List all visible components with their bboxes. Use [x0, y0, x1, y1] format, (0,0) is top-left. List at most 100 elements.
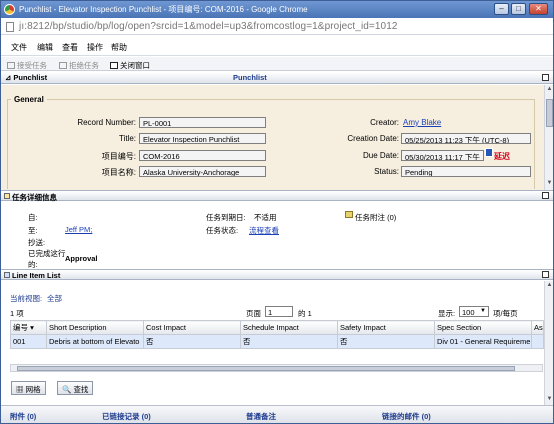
task-note-link[interactable]: 任务附注 (0): [355, 212, 396, 223]
column-header-safety-impact[interactable]: Safety Impact: [337, 320, 435, 335]
page-of-label: 的 1: [298, 309, 312, 318]
horizontal-scroll-thumb[interactable]: [17, 366, 515, 371]
task-status-label: 任务状态:: [206, 226, 239, 235]
accept-icon: [7, 62, 15, 69]
column-header-number-label: 编号: [13, 323, 28, 332]
page-icon: [6, 22, 14, 32]
task-details-title: 任务详细信息: [12, 193, 57, 202]
current-view-value[interactable]: 全部: [47, 293, 62, 304]
accept-task-label: 接受任务: [17, 61, 47, 70]
list-icon: [4, 272, 10, 278]
project-name-label: 项目名称:: [101, 168, 136, 177]
reject-task-label: 拒绝任务: [69, 61, 99, 70]
table-row[interactable]: 001 Debris at bottom of Elevato 否 否 否 Di…: [10, 334, 544, 349]
menu-edit[interactable]: 编辑: [37, 42, 53, 53]
address-bar[interactable]: jı:8212/bp/studio/bp/log/open?srcid=1&mo…: [1, 18, 553, 35]
table-horizontal-scrollbar[interactable]: [10, 364, 543, 372]
chrome-logo-icon: [4, 4, 15, 15]
maximize-task-panel-icon[interactable]: [542, 192, 549, 199]
per-page-select[interactable]: 100 ▼: [459, 306, 489, 317]
general-form-area: General Record Number: PL-0001 Title: El…: [1, 85, 553, 190]
current-view-label: 当前视图:: [10, 294, 43, 303]
line-item-list-title: Line Item List: [12, 271, 61, 280]
linked-mail-link[interactable]: 链接的邮件 (0): [382, 411, 431, 422]
table-cell: Div 01 - General Requireme: [434, 334, 532, 349]
task-details-icon: [4, 193, 10, 199]
attachments-link[interactable]: 附件 (0): [10, 411, 36, 422]
column-header-short-description[interactable]: Short Description: [46, 320, 144, 335]
status-label: Status:: [374, 167, 399, 176]
general-legend: General: [11, 95, 47, 104]
menu-view[interactable]: 查看: [62, 42, 78, 53]
table-cell: 001: [10, 334, 47, 349]
maximize-list-panel-icon[interactable]: [542, 271, 549, 278]
menu-help[interactable]: 帮助: [111, 42, 127, 53]
item-count: 1 项: [10, 309, 24, 318]
list-vertical-scrollbar[interactable]: ▲ ▼: [544, 281, 553, 405]
grid-button-label: 网格: [25, 385, 41, 394]
column-header-ass[interactable]: Ass: [531, 320, 544, 335]
maximize-panel-icon[interactable]: [542, 74, 549, 81]
form-vertical-scrollbar[interactable]: ▲ ▼: [544, 85, 553, 190]
table-header-row: 编号 ▾ Short Description Cost Impact Sched…: [10, 320, 544, 335]
title-bar: Punchlist - Elevator Inspection Punchlis…: [1, 1, 553, 18]
find-button[interactable]: 🔍 查找: [57, 381, 94, 395]
workflow-view-link[interactable]: 流程查看: [249, 225, 279, 236]
task-due-value: 不适用: [254, 213, 277, 222]
scroll-thumb[interactable]: [546, 99, 553, 127]
task-details-header: 任务详细信息: [1, 190, 553, 202]
grid-icon: ▦: [16, 385, 26, 394]
show-label: 显示:: [438, 309, 456, 318]
creator-link[interactable]: Amy Blake: [403, 118, 441, 127]
list-scroll-up-icon[interactable]: ▲: [546, 282, 553, 289]
calendar-icon[interactable]: [485, 148, 493, 157]
chevron-down-icon: ▼: [480, 308, 486, 314]
linked-records-link[interactable]: 已链接记录 (0): [102, 411, 151, 422]
toolbar: 接受任务 拒绝任务 关闭窗口: [1, 57, 553, 71]
to-user-link[interactable]: Jeff PM;: [65, 225, 92, 234]
accept-task-button[interactable]: 接受任务: [7, 60, 47, 71]
reject-task-button[interactable]: 拒绝任务: [59, 60, 99, 71]
url-text[interactable]: jı:8212/bp/studio/bp/log/open?srcid=1&mo…: [19, 21, 398, 32]
bottom-bar: 附件 (0) 已链接记录 (0) 普通备注 链接的邮件 (0): [1, 405, 553, 423]
note-icon: [345, 211, 353, 218]
completed-by-value: Approval: [65, 254, 98, 263]
task-due-label: 任务到期日:: [206, 213, 246, 222]
creation-date-field: 05/25/2013 11:23 下午 (UTC-8): [401, 133, 531, 144]
record-number-label: Record Number:: [77, 118, 136, 127]
close-window-button[interactable]: 关闭窗口: [110, 60, 150, 71]
tab-punchlist[interactable]: ⊿ Punchlist: [5, 73, 47, 82]
minimize-button[interactable]: –: [494, 3, 509, 15]
menu-file[interactable]: 文件: [11, 42, 27, 53]
sort-icon: ▾: [30, 323, 34, 332]
table-cell: [531, 334, 544, 349]
scroll-up-icon[interactable]: ▲: [546, 86, 553, 93]
menu-action[interactable]: 操作: [87, 42, 103, 53]
title-label: Title:: [118, 134, 136, 143]
column-header-number[interactable]: 编号 ▾: [10, 320, 47, 335]
browser-window: Punchlist - Elevator Inspection Punchlis…: [0, 0, 554, 424]
grid-button[interactable]: ▦ 网格: [11, 381, 46, 395]
line-item-list-body: 当前视图: 全部 1 项 页面 1 的 1 显示: 100 ▼ 项/每页 编号 ▾…: [1, 281, 553, 405]
reject-icon: [59, 62, 67, 69]
close-window-icon: [110, 62, 118, 69]
maximize-button[interactable]: □: [511, 3, 526, 15]
close-button[interactable]: ✕: [529, 3, 548, 15]
page-number-input[interactable]: 1: [265, 306, 293, 317]
form-title: Punchlist: [233, 73, 267, 82]
column-header-cost-impact[interactable]: Cost Impact: [143, 320, 241, 335]
menu-bar: 文件 编辑 查看 操作 帮助: [1, 36, 553, 56]
punchlist-tab-header: ⊿ Punchlist Punchlist: [1, 72, 553, 84]
due-date-label: Due Date:: [362, 151, 399, 160]
list-scroll-down-icon[interactable]: ▼: [546, 396, 553, 403]
general-comments-link[interactable]: 普通备注: [246, 411, 276, 422]
from-label: 自:: [28, 213, 38, 222]
scroll-down-icon[interactable]: ▼: [546, 180, 553, 187]
column-header-spec-section[interactable]: Spec Section: [434, 320, 532, 335]
line-item-table: 编号 ▾ Short Description Cost Impact Sched…: [10, 320, 544, 349]
per-page-suffix: 项/每页: [493, 309, 518, 318]
column-header-schedule-impact[interactable]: Schedule Impact: [240, 320, 338, 335]
per-page-value: 100: [462, 308, 475, 317]
window-title: Punchlist - Elevator Inspection Punchlis…: [19, 5, 308, 14]
project-name-field: Alaska University-Anchorage: [139, 166, 266, 177]
